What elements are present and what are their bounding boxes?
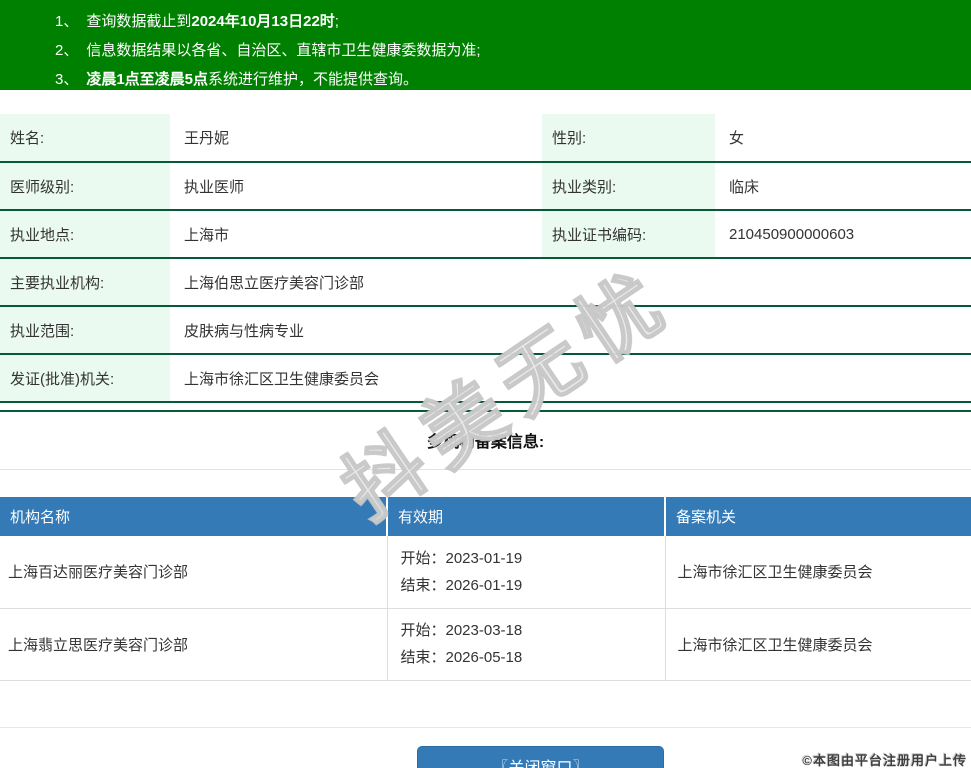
field-value-issuing-authority: 上海市徐汇区卫生健康委员会 (170, 354, 971, 402)
filing-records-table: 机构名称 有效期 备案机关 上海百达丽医疗美容门诊部 开始：2023-01-19… (0, 497, 971, 681)
table-row: 上海百达丽医疗美容门诊部 开始：2023-01-19 结束：2026-01-19… (0, 536, 971, 608)
notice-text-bold: 凌晨1点至凌晨5点 (86, 71, 208, 88)
notice-text: 系统进行维护，不能提供查询。 (208, 71, 418, 88)
field-value-main-institution: 上海伯思立医疗美容门诊部 (170, 258, 971, 306)
table-row: 发证(批准)机关: 上海市徐汇区卫生健康委员会 (0, 354, 971, 402)
notice-line: 2、信息数据结果以各省、自治区、直辖市卫生健康委数据为准; (55, 36, 971, 65)
notice-number: 1、 (55, 13, 78, 30)
field-value-gender: 女 (715, 114, 971, 162)
table-row: 上海翡立思医疗美容门诊部 开始：2023-03-18 结束：2026-05-18… (0, 608, 971, 680)
column-header-org-name: 机构名称 (0, 497, 387, 536)
close-window-button[interactable]: 〖关闭窗口〗 (417, 746, 664, 768)
table-row: 医师级别: 执业医师 执业类别: 临床 (0, 162, 971, 210)
notice-number: 2、 (55, 42, 78, 59)
cell-validity: 开始：2023-03-18 结束：2026-05-18 (387, 608, 665, 680)
table-row: 姓名: 王丹妮 性别: 女 (0, 114, 971, 162)
notice-line: 3、凌晨1点至凌晨5点系统进行维护，不能提供查询。 (55, 65, 971, 94)
cell-org-name: 上海翡立思医疗美容门诊部 (0, 608, 387, 680)
footer-divider (0, 727, 971, 728)
field-value-practice-location: 上海市 (170, 210, 542, 258)
field-label-name: 姓名: (0, 114, 170, 162)
field-label-practice-location: 执业地点: (0, 210, 170, 258)
field-value-doctor-level: 执业医师 (170, 162, 542, 210)
table-row: 执业范围: 皮肤病与性病专业 (0, 306, 971, 354)
cell-filing-authority: 上海市徐汇区卫生健康委员会 (665, 536, 971, 608)
table-row: 执业地点: 上海市 执业证书编码: 210450900000603 (0, 210, 971, 258)
section-title-multi-org-filing: 多机构备案信息: (0, 410, 971, 470)
cell-org-name: 上海百达丽医疗美容门诊部 (0, 536, 387, 608)
table-row: 主要执业机构: 上海伯思立医疗美容门诊部 (0, 258, 971, 306)
field-value-practice-scope: 皮肤病与性病专业 (170, 306, 971, 354)
field-label-gender: 性别: (542, 114, 715, 162)
table-header-row: 机构名称 有效期 备案机关 (0, 497, 971, 536)
field-label-main-institution: 主要执业机构: (0, 258, 170, 306)
field-label-practice-category: 执业类别: (542, 162, 715, 210)
validity-start: 开始：2023-03-18 (401, 617, 665, 644)
notice-text: 查询数据截止到 (86, 13, 191, 30)
field-label-doctor-level: 医师级别: (0, 162, 170, 210)
notice-text: ; (335, 13, 339, 30)
notice-number: 3、 (55, 71, 78, 88)
field-value-name: 王丹妮 (170, 114, 542, 162)
field-label-issuing-authority: 发证(批准)机关: (0, 354, 170, 402)
field-value-practice-category: 临床 (715, 162, 971, 210)
column-header-filing-authority: 备案机关 (665, 497, 971, 536)
doctor-info-table: 姓名: 王丹妮 性别: 女 医师级别: 执业医师 执业类别: 临床 执业地点: … (0, 114, 971, 403)
notice-text: 信息数据结果以各省、自治区、直辖市卫生健康委数据为准; (86, 42, 480, 59)
field-value-certificate-number: 210450900000603 (715, 210, 971, 258)
field-label-practice-scope: 执业范围: (0, 306, 170, 354)
validity-end: 结束：2026-05-18 (401, 644, 665, 671)
notice-banner: 1、查询数据截止到2024年10月13日22时; 2、信息数据结果以各省、自治区… (0, 0, 971, 90)
field-label-certificate-number: 执业证书编码: (542, 210, 715, 258)
cell-validity: 开始：2023-01-19 结束：2026-01-19 (387, 536, 665, 608)
notice-line: 1、查询数据截止到2024年10月13日22时; (55, 7, 971, 36)
cell-filing-authority: 上海市徐汇区卫生健康委员会 (665, 608, 971, 680)
validity-start: 开始：2023-01-19 (401, 545, 665, 572)
notice-text-bold: 2024年10月13日22时 (191, 13, 334, 30)
copyright-stamp: ©本图由平台注册用户上传 (802, 750, 967, 768)
validity-end: 结束：2026-01-19 (401, 572, 665, 599)
column-header-validity: 有效期 (387, 497, 665, 536)
